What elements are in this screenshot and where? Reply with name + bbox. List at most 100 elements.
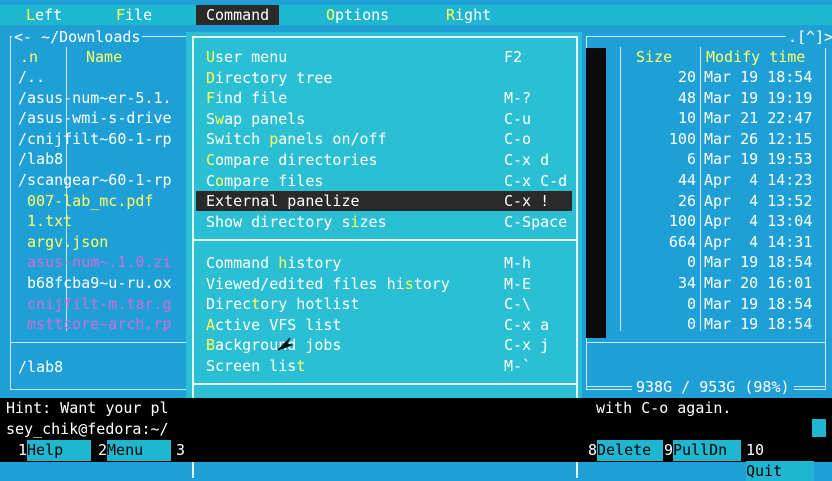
file-modify-time[interactable]: Apr 4 13:52 (704, 191, 812, 212)
menu-item-shortcut: C-Space (504, 212, 568, 231)
file-modify-time[interactable]: Mar 21 22:47 (704, 108, 812, 129)
menu-item-shortcut: C-x a (504, 315, 550, 334)
menu-item-shortcut: C-o (504, 130, 532, 149)
menu-item-label: Find file (206, 89, 288, 108)
fkey-pulldn[interactable]: 9PullDn (664, 440, 742, 461)
column-header-n[interactable]: .n (20, 47, 38, 68)
file-row[interactable]: msttcore~arch.rp (18, 314, 172, 335)
menu-item-shortcut: M-? (504, 89, 532, 108)
menu-item-shortcut: C-x d (504, 151, 550, 169)
command-line[interactable]: sey_chik@fedora:~/ (0, 419, 832, 439)
menu-item-swap-panels[interactable]: Swap panels C-u (196, 109, 572, 129)
menu-item-shortcut: C-\ (504, 295, 532, 314)
file-row[interactable]: /asus-wmi-s-drive (18, 108, 172, 129)
shell-prompt[interactable]: sey_chik@fedora:~/ (6, 419, 169, 440)
file-size[interactable]: 44 (678, 170, 696, 191)
file-size[interactable]: 34 (678, 273, 696, 294)
file-modify-time[interactable]: Mar 19 18:54 (704, 294, 812, 315)
file-row[interactable]: 1.txt (18, 211, 72, 232)
menu-item-directory-hotlist[interactable]: Directory hotlist C-\ (196, 294, 572, 314)
menu-item-screen-list[interactable]: Screen list M-` (196, 356, 572, 376)
menu-item-show-directory-sizes[interactable]: Show directory sizes C-Space (196, 212, 572, 232)
left-panel-status: /lab8 (18, 358, 64, 376)
menu-item-switch-panels-on-off[interactable]: Switch panels on/off C-o (196, 129, 572, 149)
file-modify-time[interactable]: Apr 4 14:23 (704, 170, 812, 191)
menu-item-directory-tree[interactable]: Directory tree (196, 68, 572, 88)
menu-item-label: External panelize (206, 192, 360, 211)
left-panel-path[interactable]: <- ~/Downloads (12, 27, 143, 48)
file-size[interactable]: 0 (687, 294, 696, 315)
menu-item-label: Switch panels on/off (206, 130, 387, 149)
menu-item-find-file[interactable]: Find file M-? (196, 88, 572, 108)
menu-options[interactable]: Options (326, 5, 389, 25)
file-row[interactable]: /lab8 (18, 149, 63, 170)
file-size[interactable]: 20 (678, 67, 696, 88)
file-row[interactable]: asus-num~.1.0.zi (18, 252, 172, 273)
file-size[interactable]: 0 (687, 314, 696, 335)
fkey-delete[interactable]: 8Delete (588, 440, 664, 461)
column-header-size[interactable]: Size (636, 47, 672, 68)
file-size[interactable]: 6 (687, 149, 696, 170)
file-modify-time[interactable]: Mar 19 18:54 (704, 67, 812, 88)
file-modify-time[interactable]: Apr 4 14:31 (704, 232, 812, 253)
file-size[interactable]: 100 (669, 129, 696, 150)
menu-right[interactable]: Right (446, 5, 491, 25)
menu-item-external-panelize[interactable]: External panelize C-x ! (196, 191, 572, 212)
menubar: Left File Command Options Right (0, 5, 832, 25)
menu-item-shortcut: F2 (504, 48, 523, 66)
fkey-quit[interactable]: 10Quit (746, 440, 832, 481)
menu-item-shortcut: M-h (504, 254, 532, 272)
file-row[interactable]: b68fcba9~u-ru.ox (18, 273, 172, 294)
fkey-help[interactable]: 1Help (18, 440, 92, 461)
menu-item-label: Directory hotlist (206, 295, 360, 314)
menu-item-label: Background jobs (206, 336, 342, 355)
file-modify-time[interactable]: Mar 19 18:54 (704, 314, 812, 335)
column-header-name[interactable]: Name (86, 47, 122, 68)
menu-left[interactable]: Left (26, 5, 62, 25)
menu-item-label: Directory tree (206, 68, 333, 87)
menu-file[interactable]: File (116, 5, 152, 25)
menu-item-label: Screen list (206, 357, 306, 375)
file-modify-time[interactable]: Mar 19 18:54 (704, 252, 812, 273)
file-row[interactable]: /cnijfilt~60-1-rp (18, 129, 172, 150)
fkey-3[interactable]: 3 (176, 440, 195, 461)
menu-item-shortcut: C-x C-d (504, 171, 568, 190)
file-modify-time[interactable]: Mar 19 19:53 (704, 149, 812, 170)
menu-item-active-vfs-list[interactable]: Active VFS list C-x a (196, 315, 572, 335)
menu-item-compare-directories[interactable]: Compare directories C-x d (196, 150, 572, 170)
file-row[interactable]: argv.json (18, 232, 108, 253)
column-header-modify-time[interactable]: Modify time (706, 47, 805, 68)
menu-item-command-history[interactable]: Command history M-h (196, 253, 572, 273)
file-row[interactable]: cnijfilt-m.tar.g (18, 294, 172, 315)
function-key-bar: 1Help 2Menu 3 8Delete 9PullDn 10Quit (0, 439, 832, 481)
menu-item-label: Active VFS list (206, 315, 342, 334)
menu-command[interactable]: Command (196, 5, 280, 25)
fkey-menu[interactable]: 2Menu (98, 440, 172, 461)
file-size[interactable]: 26 (678, 191, 696, 212)
menu-item-background-jobs[interactable]: Background jobs C-x j (196, 335, 572, 355)
right-panel: .[^]> Size Modify time 20 Mar 19 18:54 48 M… (582, 26, 832, 398)
menu-item-label: Compare files (206, 171, 324, 190)
menu-item-shortcut: M-E (504, 274, 532, 293)
file-size[interactable]: 10 (678, 108, 696, 129)
file-modify-time[interactable]: Mar 19 19:19 (704, 88, 812, 109)
file-modify-time[interactable]: Mar 26 12:15 (704, 129, 812, 150)
menu-item-user-menu[interactable]: User menu F2 (196, 47, 572, 67)
file-modify-time[interactable]: Apr 4 13:04 (704, 211, 812, 232)
right-panel-path[interactable]: .[^]> (786, 27, 832, 48)
file-size[interactable]: 48 (678, 88, 696, 109)
file-row[interactable]: /.. (18, 67, 45, 88)
file-size[interactable]: 100 (669, 211, 696, 232)
file-row[interactable]: /scangear~60-1-rp (18, 170, 172, 191)
hint-text: Hint: Want your pl (6, 399, 169, 417)
file-row[interactable]: /asus-num~er-5.1. (18, 88, 172, 109)
menu-item-label: Command history (206, 254, 342, 272)
file-modify-time[interactable]: Mar 20 16:01 (704, 273, 812, 294)
menu-item-shortcut: M-` (504, 357, 532, 375)
hint-bar: Hint: Want your pl with C-o again. (0, 398, 832, 419)
menu-item-viewed-edited-files-history[interactable]: Viewed/edited files history M-E (196, 274, 572, 294)
file-size[interactable]: 0 (687, 252, 696, 273)
menu-item-compare-files[interactable]: Compare files C-x C-d (196, 171, 572, 191)
file-size[interactable]: 664 (669, 232, 696, 253)
file-row[interactable]: 007-lab_mc.pdf (18, 191, 153, 212)
